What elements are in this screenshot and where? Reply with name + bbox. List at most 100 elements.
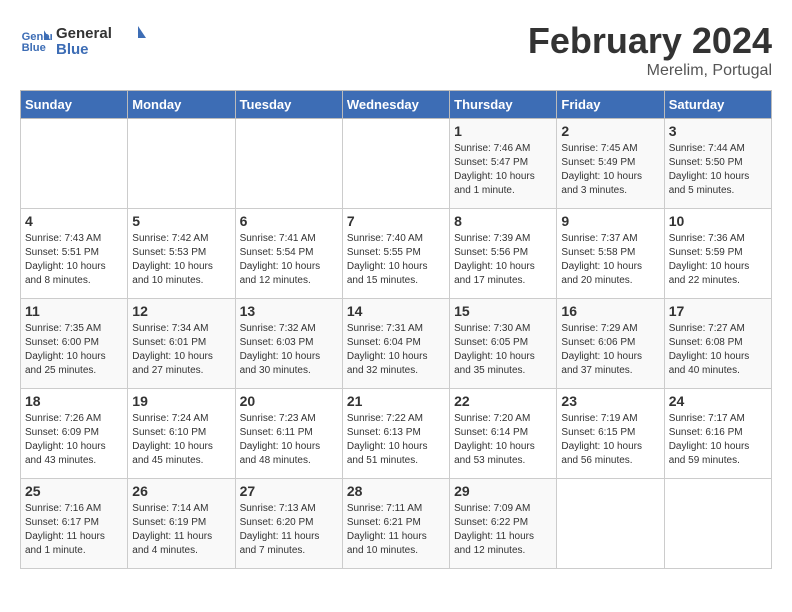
calendar-cell: 18Sunrise: 7:26 AM Sunset: 6:09 PM Dayli…	[21, 389, 128, 479]
day-info: Sunrise: 7:43 AM Sunset: 5:51 PM Dayligh…	[25, 232, 123, 288]
calendar-cell: 2 Sunrise: 7:45 AM Sunset: 5:49 PM Daylig…	[557, 119, 664, 209]
day-number: 19	[132, 393, 230, 409]
calendar-header: Sunday Monday Tuesday Wednesday Thursday…	[21, 91, 772, 119]
day-info: Sunrise: 7:37 AM Sunset: 5:58 PM Dayligh…	[561, 232, 659, 288]
day-info: Sunrise: 7:44 AM Sunset: 5:50 PM Dayligh…	[669, 142, 767, 198]
day-info: Sunrise: 7:27 AM Sunset: 6:08 PM Dayligh…	[669, 322, 767, 378]
calendar-cell: 3 Sunrise: 7:44 AM Sunset: 5:50 PM Daylig…	[664, 119, 771, 209]
col-thursday: Thursday	[450, 91, 557, 119]
calendar-cell: 13Sunrise: 7:32 AM Sunset: 6:03 PM Dayli…	[235, 299, 342, 389]
calendar-cell: 19 Sunrise: 7:24 AM Sunset: 6:10 PM Dayli…	[128, 389, 235, 479]
day-number: 28	[347, 483, 445, 499]
header-row: Sunday Monday Tuesday Wednesday Thursday…	[21, 91, 772, 119]
col-wednesday: Wednesday	[342, 91, 449, 119]
calendar-cell: 15 Sunrise: 7:30 AM Sunset: 6:05 PM Dayli…	[450, 299, 557, 389]
logo: General Blue General Blue	[20, 20, 146, 60]
day-info: Sunrise: 7:19 AM Sunset: 6:15 PM Dayligh…	[561, 412, 659, 468]
day-number: 22	[454, 393, 552, 409]
calendar-cell: 12Sunrise: 7:34 AM Sunset: 6:01 PM Dayli…	[128, 299, 235, 389]
day-number: 27	[240, 483, 338, 499]
day-info: Sunrise: 7:16 AM Sunset: 6:17 PM Dayligh…	[25, 502, 123, 558]
location-subtitle: Merelim, Portugal	[528, 62, 772, 80]
calendar-cell: 4 Sunrise: 7:43 AM Sunset: 5:51 PM Daylig…	[21, 209, 128, 299]
day-number: 23	[561, 393, 659, 409]
day-number: 6	[240, 213, 338, 229]
day-number: 24	[669, 393, 767, 409]
day-number: 10	[669, 213, 767, 229]
calendar-cell: 25 Sunrise: 7:16 AM Sunset: 6:17 PM Dayli…	[21, 479, 128, 569]
calendar-cell: 21 Sunrise: 7:22 AM Sunset: 6:13 PM Dayli…	[342, 389, 449, 479]
calendar-cell: 7 Sunrise: 7:40 AM Sunset: 5:55 PM Daylig…	[342, 209, 449, 299]
calendar-cell: 10 Sunrise: 7:36 AM Sunset: 5:59 PM Dayli…	[664, 209, 771, 299]
day-number: 11	[25, 303, 123, 319]
calendar-cell: 27 Sunrise: 7:13 AM Sunset: 6:20 PM Dayli…	[235, 479, 342, 569]
svg-text:Blue: Blue	[22, 42, 46, 54]
calendar-week-5: 25 Sunrise: 7:16 AM Sunset: 6:17 PM Dayli…	[21, 479, 772, 569]
day-info: Sunrise: 7:23 AM Sunset: 6:11 PM Dayligh…	[240, 412, 338, 468]
day-info: Sunrise: 7:20 AM Sunset: 6:14 PM Dayligh…	[454, 412, 552, 468]
day-number: 20	[240, 393, 338, 409]
day-info: Sunrise: 7:42 AM Sunset: 5:53 PM Dayligh…	[132, 232, 230, 288]
day-info: Sunrise: 7:14 AM Sunset: 6:19 PM Dayligh…	[132, 502, 230, 558]
col-monday: Monday	[128, 91, 235, 119]
day-number: 2	[561, 123, 659, 139]
day-number: 29	[454, 483, 552, 499]
day-number: 9	[561, 213, 659, 229]
calendar-cell	[128, 119, 235, 209]
calendar-cell: 1Sunrise: 7:46 AM Sunset: 5:47 PM Daylig…	[450, 119, 557, 209]
month-title: February 2024	[528, 20, 772, 62]
calendar-cell	[664, 479, 771, 569]
col-saturday: Saturday	[664, 91, 771, 119]
day-number: 16	[561, 303, 659, 319]
col-tuesday: Tuesday	[235, 91, 342, 119]
calendar-cell: 9 Sunrise: 7:37 AM Sunset: 5:58 PM Daylig…	[557, 209, 664, 299]
calendar-cell	[21, 119, 128, 209]
day-number: 14	[347, 303, 445, 319]
calendar-week-4: 18Sunrise: 7:26 AM Sunset: 6:09 PM Dayli…	[21, 389, 772, 479]
calendar-cell: 23 Sunrise: 7:19 AM Sunset: 6:15 PM Dayli…	[557, 389, 664, 479]
day-info: Sunrise: 7:30 AM Sunset: 6:05 PM Dayligh…	[454, 322, 552, 378]
day-number: 5	[132, 213, 230, 229]
day-info: Sunrise: 7:35 AM Sunset: 6:00 PM Dayligh…	[25, 322, 123, 378]
day-info: Sunrise: 7:40 AM Sunset: 5:55 PM Dayligh…	[347, 232, 445, 288]
logo-text: General Blue	[56, 20, 146, 60]
day-info: Sunrise: 7:36 AM Sunset: 5:59 PM Dayligh…	[669, 232, 767, 288]
day-info: Sunrise: 7:13 AM Sunset: 6:20 PM Dayligh…	[240, 502, 338, 558]
calendar-cell	[235, 119, 342, 209]
calendar-cell: 22 Sunrise: 7:20 AM Sunset: 6:14 PM Dayli…	[450, 389, 557, 479]
calendar-cell: 11 Sunrise: 7:35 AM Sunset: 6:00 PM Dayli…	[21, 299, 128, 389]
calendar-cell: 26 Sunrise: 7:14 AM Sunset: 6:19 PM Dayli…	[128, 479, 235, 569]
calendar-cell: 8Sunrise: 7:39 AM Sunset: 5:56 PM Daylig…	[450, 209, 557, 299]
day-info: Sunrise: 7:39 AM Sunset: 5:56 PM Dayligh…	[454, 232, 552, 288]
day-number: 21	[347, 393, 445, 409]
day-info: Sunrise: 7:17 AM Sunset: 6:16 PM Dayligh…	[669, 412, 767, 468]
logo-icon: General Blue	[20, 24, 52, 56]
day-info: Sunrise: 7:11 AM Sunset: 6:21 PM Dayligh…	[347, 502, 445, 558]
day-number: 3	[669, 123, 767, 139]
col-friday: Friday	[557, 91, 664, 119]
col-sunday: Sunday	[21, 91, 128, 119]
day-info: Sunrise: 7:26 AM Sunset: 6:09 PM Dayligh…	[25, 412, 123, 468]
calendar-cell: 29Sunrise: 7:09 AM Sunset: 6:22 PM Dayli…	[450, 479, 557, 569]
day-number: 15	[454, 303, 552, 319]
day-info: Sunrise: 7:31 AM Sunset: 6:04 PM Dayligh…	[347, 322, 445, 378]
day-number: 4	[25, 213, 123, 229]
day-number: 12	[132, 303, 230, 319]
day-number: 7	[347, 213, 445, 229]
day-info: Sunrise: 7:41 AM Sunset: 5:54 PM Dayligh…	[240, 232, 338, 288]
day-number: 25	[25, 483, 123, 499]
svg-text:Blue: Blue	[56, 41, 89, 58]
day-info: Sunrise: 7:45 AM Sunset: 5:49 PM Dayligh…	[561, 142, 659, 198]
calendar-cell	[342, 119, 449, 209]
calendar-week-1: 1Sunrise: 7:46 AM Sunset: 5:47 PM Daylig…	[21, 119, 772, 209]
calendar-body: 1Sunrise: 7:46 AM Sunset: 5:47 PM Daylig…	[21, 119, 772, 569]
day-info: Sunrise: 7:24 AM Sunset: 6:10 PM Dayligh…	[132, 412, 230, 468]
calendar-cell: 24 Sunrise: 7:17 AM Sunset: 6:16 PM Dayli…	[664, 389, 771, 479]
calendar-week-2: 4 Sunrise: 7:43 AM Sunset: 5:51 PM Daylig…	[21, 209, 772, 299]
svg-text:General: General	[56, 25, 112, 42]
calendar-cell	[557, 479, 664, 569]
day-number: 26	[132, 483, 230, 499]
title-block: February 2024 Merelim, Portugal	[528, 20, 772, 80]
calendar-week-3: 11 Sunrise: 7:35 AM Sunset: 6:00 PM Dayli…	[21, 299, 772, 389]
day-info: Sunrise: 7:22 AM Sunset: 6:13 PM Dayligh…	[347, 412, 445, 468]
